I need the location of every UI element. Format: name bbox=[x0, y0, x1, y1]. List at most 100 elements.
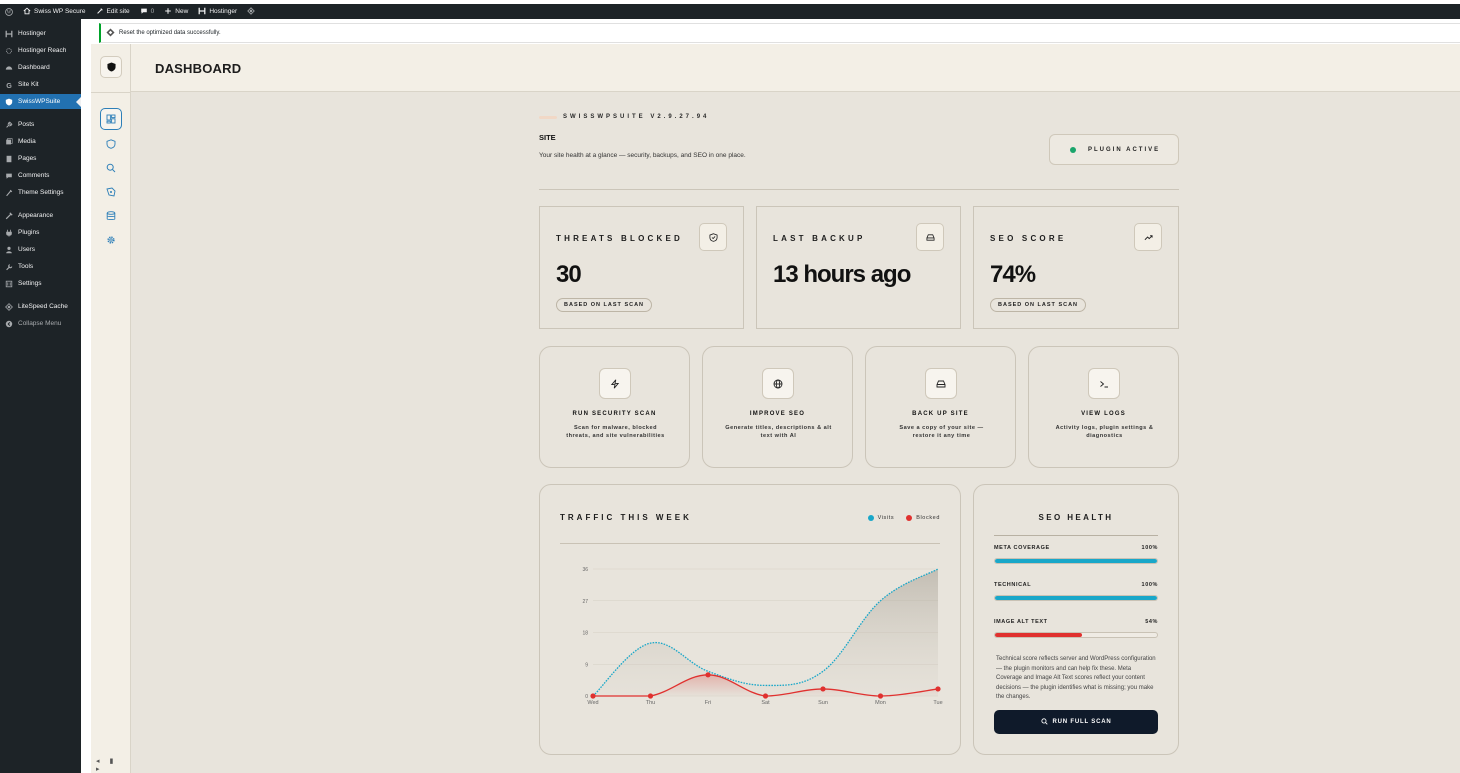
menu-item-litespeed-cache[interactable]: LiteSpeed Cache bbox=[0, 299, 81, 314]
metric-progress-bar bbox=[994, 632, 1158, 638]
menu-item-settings[interactable]: Settings bbox=[0, 276, 81, 291]
wordpress-logo-icon[interactable]: W bbox=[0, 7, 18, 16]
run-full-scan-button[interactable]: RUN FULL SCAN bbox=[994, 710, 1158, 734]
drive-icon bbox=[916, 223, 944, 251]
seo-health-divider bbox=[994, 535, 1158, 536]
action-title: BACK UP SITE bbox=[912, 411, 969, 417]
blocked-point bbox=[820, 686, 826, 692]
menu-item-plugins[interactable]: Plugins bbox=[0, 225, 81, 240]
action-back-up-site[interactable]: BACK UP SITE Save a copy of your site — … bbox=[865, 346, 1016, 468]
menu-item-site-kit[interactable]: G Site Kit bbox=[0, 77, 81, 92]
diamond-icon bbox=[106, 27, 115, 39]
menu-item-pages[interactable]: Pages bbox=[0, 151, 81, 166]
x-tick-label: Sat bbox=[761, 700, 770, 706]
menu-item-label: Hostinger bbox=[18, 30, 46, 37]
comments-count: 0 bbox=[150, 8, 155, 15]
search-icon bbox=[1040, 717, 1048, 727]
notice-text: Reset the optimized data successfully. bbox=[119, 30, 221, 36]
plugin-logo[interactable] bbox=[100, 56, 122, 78]
new-content-link[interactable]: New bbox=[159, 7, 193, 17]
nav-settings[interactable] bbox=[100, 229, 122, 251]
blocked-point bbox=[647, 693, 654, 699]
nav-backups[interactable] bbox=[100, 205, 122, 227]
nav-security[interactable] bbox=[100, 133, 122, 155]
menu-item-label: Plugins bbox=[18, 229, 40, 236]
wrench-icon bbox=[5, 263, 13, 271]
menu-item-users[interactable]: Users bbox=[0, 242, 81, 257]
menu-item-media[interactable]: Media bbox=[0, 134, 81, 149]
hostinger-link[interactable]: Hostinger bbox=[193, 7, 242, 17]
admin-side-menu: Hostinger Hostinger Reach Dashboard G Site K… bbox=[0, 19, 81, 773]
shield-check-icon bbox=[699, 223, 727, 251]
menu-item-swisswpsuite[interactable]: SwissWPSuite bbox=[0, 94, 81, 109]
action-description: Save a copy of your site — restore it an… bbox=[899, 425, 984, 439]
menu-item-tools[interactable]: Tools bbox=[0, 259, 81, 274]
plugin-status-badge: PLUGIN ACTIVE bbox=[1049, 134, 1179, 165]
menu-item-label: Hostinger Reach bbox=[18, 47, 67, 54]
google-icon: G bbox=[5, 81, 13, 89]
stat-value: 30 bbox=[556, 261, 582, 288]
nav-seo[interactable] bbox=[100, 157, 122, 179]
action-description: Scan for malware, blocked threats, and s… bbox=[566, 425, 665, 439]
metric-progress-bar bbox=[994, 558, 1158, 564]
media-icon bbox=[5, 137, 13, 146]
menu-item-dashboard[interactable]: Dashboard bbox=[0, 60, 81, 75]
menu-item-label: Settings bbox=[18, 280, 42, 287]
comments-link[interactable]: 0 bbox=[135, 7, 160, 17]
rail-divider bbox=[91, 92, 131, 93]
trending-up-icon bbox=[1134, 223, 1162, 251]
menu-item-appearance[interactable]: Appearance bbox=[0, 208, 81, 223]
metric-progress-fill bbox=[995, 559, 1157, 563]
action-description: Generate titles, descriptions & alt text… bbox=[725, 425, 832, 439]
brand-version: SWISSWPSUITE V2.9.27.94 bbox=[539, 114, 709, 120]
diamond-icon bbox=[5, 302, 13, 311]
edit-site-label: Edit site bbox=[106, 8, 130, 15]
menu-item-collapse-menu[interactable]: Collapse Menu bbox=[0, 316, 81, 331]
collapse-icon bbox=[5, 320, 13, 328]
rail-collapse-controls[interactable]: ◂ ▮ ▸ bbox=[96, 757, 130, 773]
menu-item-hostinger-reach[interactable]: Hostinger Reach bbox=[0, 43, 81, 58]
home-icon bbox=[23, 7, 31, 17]
menu-item-comments[interactable]: Comments bbox=[0, 168, 81, 183]
site-name-link[interactable]: Swiss WP Secure bbox=[18, 7, 91, 17]
menu-item-posts[interactable]: Posts bbox=[0, 117, 81, 132]
action-title: RUN SECURITY SCAN bbox=[572, 411, 657, 417]
action-view-logs[interactable]: VIEW LOGS Activity logs, plugin settings… bbox=[1028, 346, 1179, 468]
stat-card-threats: THREATS BLOCKED 30 BASED ON LAST SCAN bbox=[539, 206, 744, 329]
action-title: IMPROVE SEO bbox=[749, 411, 806, 417]
seo-health-note: Technical score reflects server and Word… bbox=[996, 656, 1156, 701]
svg-text:W: W bbox=[7, 10, 12, 15]
action-improve-seo[interactable]: IMPROVE SEO Generate titles, description… bbox=[702, 346, 853, 468]
x-tick-label: Mon bbox=[875, 700, 886, 706]
menu-item-label: Appearance bbox=[18, 212, 54, 219]
menu-item-hostinger[interactable]: Hostinger bbox=[0, 26, 81, 41]
gear-icon bbox=[107, 236, 115, 244]
menu-item-label: Comments bbox=[18, 172, 50, 179]
nav-content[interactable] bbox=[100, 181, 122, 203]
pages-icon bbox=[5, 155, 13, 163]
metric-progress-fill bbox=[995, 596, 1157, 600]
menu-item-theme-settings[interactable]: Theme Settings bbox=[0, 185, 81, 200]
page-title: DASHBOARD bbox=[155, 61, 242, 76]
site-heading: SITE bbox=[539, 133, 556, 142]
nav-dashboard[interactable] bbox=[100, 108, 122, 130]
site-name-label: Swiss WP Secure bbox=[34, 8, 86, 15]
stat-card-seo: SEO SCORE 74% BASED ON LAST SCAN bbox=[973, 206, 1179, 329]
site-subtitle: Your site health at a glance — security,… bbox=[539, 152, 746, 159]
litespeed-link[interactable] bbox=[242, 6, 260, 17]
user-icon bbox=[5, 246, 13, 254]
action-run-security-scan[interactable]: RUN SECURITY SCAN Scan for malware, bloc… bbox=[539, 346, 690, 468]
diamond-icon bbox=[247, 6, 255, 17]
bolt-icon bbox=[599, 368, 631, 399]
hostinger-icon bbox=[5, 30, 13, 38]
hostinger-icon bbox=[198, 7, 206, 17]
edit-site-link[interactable]: Edit site bbox=[91, 7, 135, 17]
stat-badge: BASED ON LAST SCAN bbox=[556, 298, 653, 312]
settings-icon bbox=[5, 280, 13, 288]
x-tick-label: Wed bbox=[587, 700, 598, 706]
seo-health-title: SEO HEALTH bbox=[1038, 513, 1114, 522]
shield-icon bbox=[5, 98, 13, 106]
menu-item-label: SwissWPSuite bbox=[18, 98, 61, 105]
seo-health-card: SEO HEALTH META COVERAGE 100% TECHNICAL … bbox=[973, 484, 1179, 755]
metric-meta-coverage: META COVERAGE 100% bbox=[994, 545, 1158, 564]
